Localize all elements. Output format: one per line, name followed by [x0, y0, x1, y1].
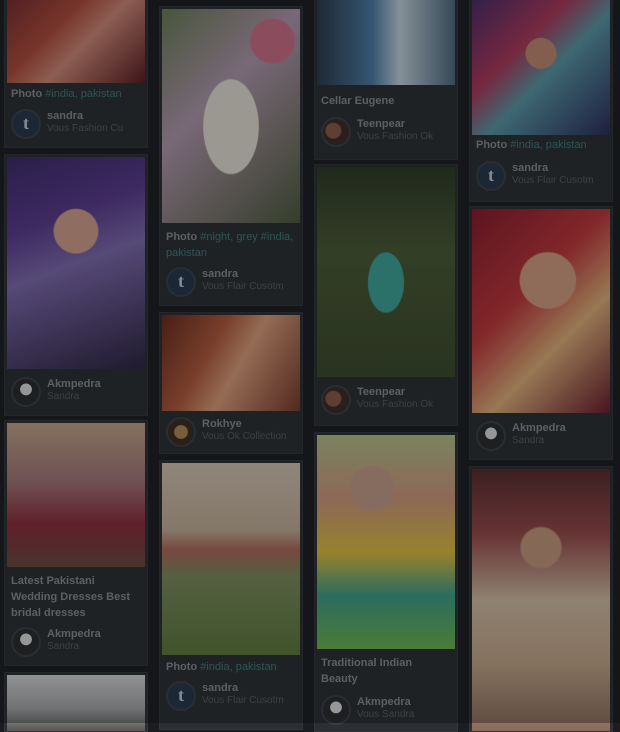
pin-caption[interactable]: Latest Pakistani Wedding Dresses Best br… [11, 573, 141, 621]
caption-tags[interactable]: #india, pakistan [510, 139, 586, 151]
pin-image[interactable] [472, 209, 610, 413]
pin-image[interactable] [317, 167, 455, 377]
pin-meta: Akmpedra Sandra [476, 421, 608, 455]
pin-meta: Teenpear Vous Fashion Ok [321, 117, 453, 151]
pin-via[interactable]: Sandra [47, 641, 143, 652]
pin-caption: Photo #india, pakistan [11, 86, 141, 102]
pin-caption: Photo #india, pakistan [166, 659, 296, 675]
pin-image[interactable] [317, 0, 455, 85]
pin-username[interactable]: sandra [202, 268, 298, 280]
caption-tags[interactable]: #india, pakistan [200, 661, 276, 673]
pin-card[interactable]: Akmpedra Sandra [4, 154, 148, 416]
pin-username[interactable]: Rokhye [202, 418, 298, 430]
pin-meta: sandra Vous Fashion Cu [11, 109, 143, 143]
pin-caption[interactable]: Cellar Eugene [321, 93, 451, 109]
pin-via[interactable]: Vous Flair Cusotm [202, 281, 298, 292]
pin-image[interactable] [472, 0, 610, 135]
pin-image[interactable] [472, 469, 610, 731]
pin-username[interactable]: sandra [202, 682, 298, 694]
pin-image[interactable] [162, 9, 300, 223]
pin-caption[interactable]: Traditional Indian Beauty [321, 655, 451, 687]
pin-card[interactable]: Rokhye Vous Ok Collection [159, 312, 303, 454]
pin-username[interactable]: Akmpedra [357, 696, 453, 708]
pin-via[interactable]: Vous Fashion Ok [357, 399, 453, 410]
pin-caption: Photo #india, pakistan [476, 137, 606, 153]
pin-card[interactable] [4, 672, 148, 732]
pin-meta: Rokhye Vous Ok Collection [166, 417, 298, 451]
pin-via[interactable]: Vous Sandra [357, 709, 453, 720]
pin-via[interactable]: Vous Ok Collection [202, 431, 298, 442]
pin-username[interactable]: sandra [47, 110, 143, 122]
caption-prefix: Photo [166, 661, 198, 673]
pin-card[interactable]: Latest Pakistani Wedding Dresses Best br… [4, 420, 148, 666]
pin-meta: Akmpedra Sandra [11, 627, 143, 661]
user-avatar-icon[interactable] [321, 695, 351, 725]
pin-image[interactable] [162, 315, 300, 411]
pin-via[interactable]: Sandra [47, 391, 143, 402]
pin-image[interactable] [162, 463, 300, 655]
user-avatar-icon[interactable] [321, 117, 351, 147]
user-avatar-icon[interactable] [321, 385, 351, 415]
tumblr-avatar-icon[interactable] [476, 161, 506, 191]
pin-username[interactable]: sandra [512, 162, 608, 174]
pin-username[interactable]: Akmpedra [47, 378, 143, 390]
pin-meta: Akmpedra Sandra [11, 377, 143, 411]
pin-image[interactable] [317, 435, 455, 649]
pin-card[interactable]: Photo #night, grey #india, pakistan sand… [159, 6, 303, 306]
caption-prefix: Photo [476, 139, 508, 151]
pin-meta: sandra Vous Flair Cusotm [166, 681, 298, 715]
user-avatar-icon[interactable] [166, 417, 196, 447]
pin-meta: Teenpear Vous Fashion Ok [321, 385, 453, 419]
pin-via[interactable]: Vous Fashion Cu [47, 123, 143, 134]
tumblr-avatar-icon[interactable] [166, 267, 196, 297]
pin-card[interactable]: Photo #india, pakistan sandra Vous Fashi… [4, 0, 148, 148]
pin-card[interactable]: Cellar Eugene Teenpear Vous Fashion Ok [314, 0, 458, 160]
pin-username[interactable]: Akmpedra [47, 628, 143, 640]
pin-meta: sandra Vous Flair Cusotm [476, 161, 608, 195]
pin-image[interactable] [7, 423, 145, 567]
pin-username[interactable]: Akmpedra [512, 422, 608, 434]
pin-card[interactable]: Teenpear Vous Fashion Ok [314, 164, 458, 426]
pin-image[interactable] [7, 157, 145, 369]
pin-card[interactable]: Photo #india, pakistan sandra Vous Flair… [469, 0, 613, 202]
pin-card[interactable]: Photo #india, pakistan sandra Vous Flair… [159, 460, 303, 730]
pin-username[interactable]: Teenpear [357, 386, 453, 398]
caption-prefix: Photo [166, 231, 198, 243]
user-avatar-icon[interactable] [476, 421, 506, 451]
pin-via[interactable]: Vous Fashion Ok [357, 131, 453, 142]
pin-card[interactable]: Akmpedra Sandra [469, 206, 613, 460]
pin-via[interactable]: Vous Flair Cusotm [512, 175, 608, 186]
user-avatar-icon[interactable] [11, 377, 41, 407]
pin-meta: Akmpedra Vous Sandra [321, 695, 453, 729]
tumblr-avatar-icon[interactable] [166, 681, 196, 711]
pin-via[interactable]: Sandra [512, 435, 608, 446]
pin-card[interactable] [469, 466, 613, 732]
pin-meta: sandra Vous Flair Cusotm [166, 267, 298, 301]
caption-prefix: Photo [11, 88, 43, 100]
pin-image[interactable] [7, 0, 145, 83]
user-avatar-icon[interactable] [11, 627, 41, 657]
tumblr-avatar-icon[interactable] [11, 109, 41, 139]
caption-tags[interactable]: #india, pakistan [45, 88, 121, 100]
pin-via[interactable]: Vous Flair Cusotm [202, 695, 298, 706]
pin-caption: Photo #night, grey #india, pakistan [166, 229, 296, 261]
pin-username[interactable]: Teenpear [357, 118, 453, 130]
pin-card[interactable]: Traditional Indian Beauty Akmpedra Vous … [314, 432, 458, 732]
